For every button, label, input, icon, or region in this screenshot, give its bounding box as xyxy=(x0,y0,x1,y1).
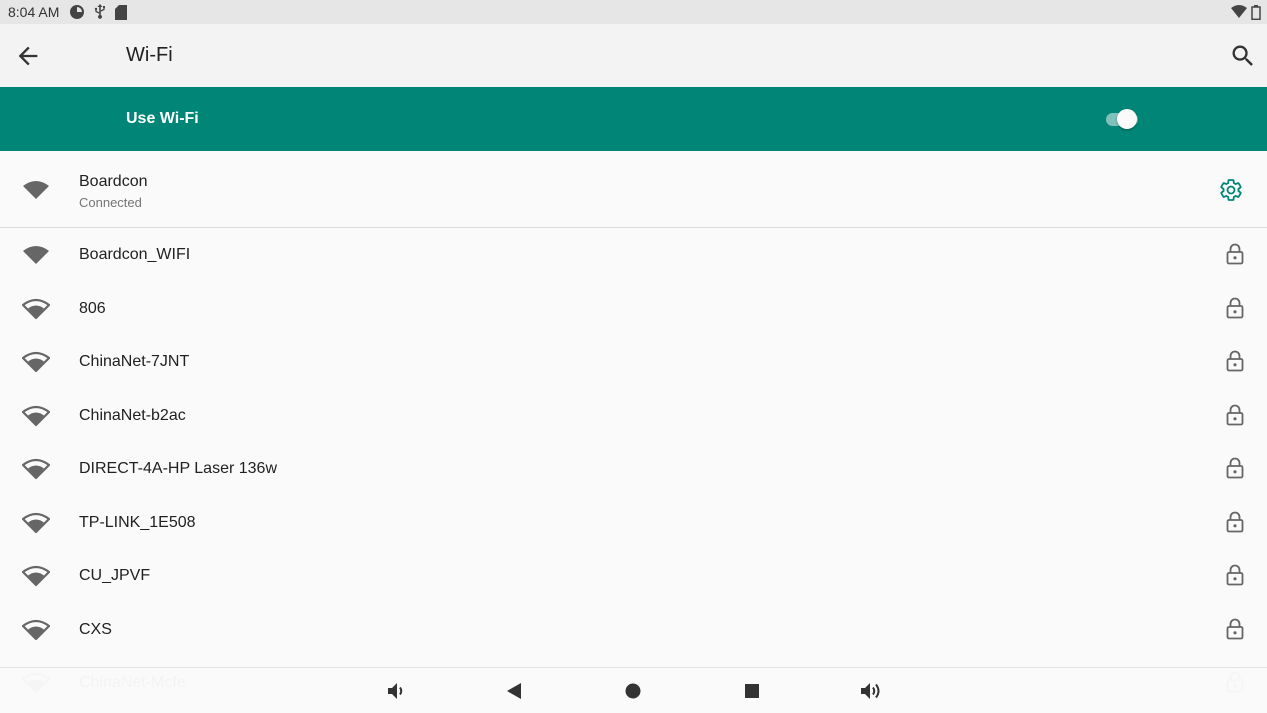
wifi-settings-screen: 8:04 AM Wi-Fi Use Wi-Fi Boardcon Connect… xyxy=(0,0,1267,713)
lock-icon xyxy=(1226,243,1244,265)
wifi-signal-icon xyxy=(22,351,50,373)
gear-icon xyxy=(1220,179,1242,201)
network-settings-button[interactable] xyxy=(1219,178,1243,202)
use-wifi-switch-bar[interactable]: Use Wi-Fi xyxy=(0,87,1267,151)
network-ssid: ChinaNet-b2ac xyxy=(79,406,186,424)
wifi-signal-icon xyxy=(22,619,50,640)
status-time: 8:04 AM xyxy=(8,4,60,20)
network-ssid: TP-LINK_1E508 xyxy=(79,513,196,531)
network-ssid: CXS xyxy=(79,620,112,638)
wifi-signal-icon xyxy=(22,512,50,533)
network-row[interactable]: ChinaNet-b2ac xyxy=(0,389,1267,443)
wifi-signal-icon xyxy=(22,298,50,319)
network-list: Boardcon Connected Boardcon_WIFI 806 China… xyxy=(0,151,1267,710)
page-title: Wi-Fi xyxy=(126,44,173,66)
lock-icon xyxy=(1226,618,1244,639)
lock-icon xyxy=(1226,511,1244,532)
sd-card-icon xyxy=(115,4,128,20)
toggle-thumb xyxy=(1117,109,1137,129)
status-right-icons xyxy=(1231,0,1261,24)
back-nav-button[interactable] xyxy=(501,678,527,704)
back-triangle-icon xyxy=(507,683,521,699)
network-ssid: DIRECT-4A-HP Laser 136w xyxy=(79,460,277,477)
search-button[interactable] xyxy=(1229,42,1257,70)
back-button[interactable] xyxy=(14,42,42,70)
network-status: Connected xyxy=(79,195,142,210)
wifi-signal-icon xyxy=(22,565,50,587)
search-icon xyxy=(1232,45,1253,66)
wifi-signal-full-icon xyxy=(23,181,49,199)
network-row[interactable]: CXS xyxy=(0,603,1267,657)
arrow-back-icon xyxy=(18,46,38,66)
wifi-signal-full-icon xyxy=(23,246,49,264)
network-row[interactable]: DIRECT-4A-HP Laser 136w xyxy=(0,442,1267,496)
battery-icon xyxy=(1251,4,1261,20)
volume-down-icon xyxy=(388,683,403,699)
recents-nav-button[interactable] xyxy=(739,678,765,704)
use-wifi-toggle[interactable] xyxy=(1104,109,1140,129)
volume-up-button[interactable] xyxy=(857,678,883,704)
network-row[interactable]: Boardcon_WIFI xyxy=(0,228,1267,282)
wifi-signal-icon xyxy=(22,405,50,426)
app-bar: Wi-Fi xyxy=(0,24,1267,87)
connected-network-row[interactable]: Boardcon Connected xyxy=(0,151,1267,228)
wifi-signal-icon xyxy=(22,458,50,480)
usb-icon xyxy=(93,4,107,20)
recents-square-icon xyxy=(745,684,759,698)
network-row[interactable]: TP-LINK_1E508 xyxy=(0,496,1267,550)
network-ssid: Boardcon xyxy=(79,173,148,190)
volume-down-button[interactable] xyxy=(383,678,409,704)
network-row[interactable]: CU_JPVF xyxy=(0,549,1267,603)
status-bar: 8:04 AM xyxy=(0,0,1267,24)
available-networks: Boardcon_WIFI 806 ChinaNet-7JNT ChinaNet-b2… xyxy=(0,228,1267,710)
lock-icon xyxy=(1226,564,1244,586)
status-left-icons xyxy=(69,4,128,20)
home-nav-button[interactable] xyxy=(620,678,646,704)
home-circle-icon xyxy=(625,683,641,699)
network-row[interactable]: ChinaNet-7JNT xyxy=(0,335,1267,389)
use-wifi-label: Use Wi-Fi xyxy=(126,110,199,127)
lock-icon xyxy=(1226,404,1244,425)
navigation-bar xyxy=(0,667,1267,713)
network-ssid: CU_JPVF xyxy=(79,567,151,584)
lock-icon xyxy=(1226,297,1244,318)
network-ssid: Boardcon_WIFI xyxy=(79,246,191,263)
pie-chart-icon xyxy=(69,4,85,20)
lock-icon xyxy=(1226,457,1244,479)
lock-icon xyxy=(1226,350,1244,372)
network-ssid: ChinaNet-7JNT xyxy=(79,353,190,370)
volume-up-icon xyxy=(861,683,880,699)
network-ssid: 806 xyxy=(79,299,106,317)
wifi-signal-icon xyxy=(1231,5,1247,19)
network-row[interactable]: 806 xyxy=(0,282,1267,336)
